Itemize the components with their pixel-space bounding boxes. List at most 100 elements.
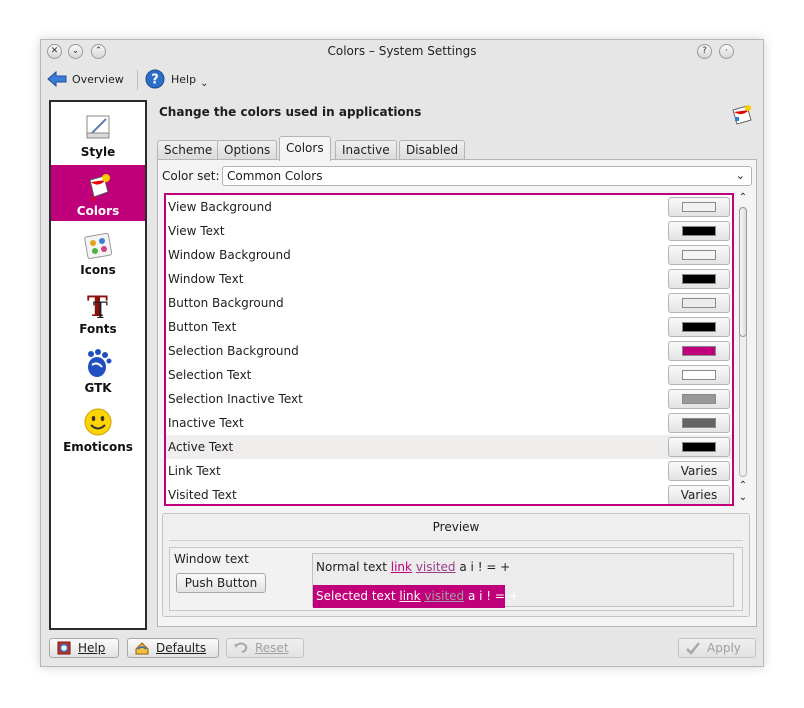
chevron-down-icon: ⌄ <box>735 169 745 182</box>
sidebar-item-fonts[interactable]: T T Fonts <box>51 283 145 339</box>
color-picker-button[interactable] <box>668 389 730 409</box>
color-row-label: Selection Background <box>168 344 299 358</box>
varies-button[interactable]: Varies <box>668 485 730 504</box>
help-menu-label: Help <box>171 72 197 86</box>
color-picker-button[interactable] <box>668 341 730 361</box>
color-row-label: Button Text <box>168 320 237 334</box>
color-row: Active Text <box>166 435 732 459</box>
color-swatch <box>682 202 716 212</box>
color-picker-button[interactable] <box>668 269 730 289</box>
preview-selected-tail: a i ! = + <box>467 589 519 603</box>
reset-button[interactable]: Reset <box>226 638 304 658</box>
tab-disabled[interactable]: Disabled <box>399 140 466 160</box>
defaults-button-label: Defaults <box>156 641 207 655</box>
color-picker-button[interactable] <box>668 317 730 337</box>
tab-scheme[interactable]: Scheme <box>157 140 220 160</box>
color-row: Visited Text Varies <box>166 483 732 504</box>
tab-options[interactable]: Options <box>217 140 278 160</box>
color-row-label: Selection Text <box>168 368 252 382</box>
color-row-label: Link Text <box>168 464 221 478</box>
sidebar-item-colors[interactable]: Colors <box>51 165 145 221</box>
colors-tab-panel: Color set: Common Colors ⌄ View Backgrou… <box>157 159 757 627</box>
tab-label: Disabled <box>406 143 459 157</box>
preview-visited-link[interactable]: visited <box>416 560 456 574</box>
apply-button-label: Apply <box>707 641 741 655</box>
color-row-label: Active Text <box>168 440 234 454</box>
preview-selected-text: Selected text <box>316 589 396 603</box>
preview-divider <box>169 540 743 541</box>
defaults-button[interactable]: Defaults <box>127 638 219 658</box>
preview-selected-visited-link[interactable]: visited <box>424 589 464 603</box>
help-menu-button[interactable]: ? Help ⌄ <box>145 69 208 89</box>
sidebar-item-icons[interactable]: Icons <box>51 224 145 280</box>
color-picker-button[interactable] <box>668 365 730 385</box>
color-picker-button[interactable] <box>668 197 730 217</box>
tab-label: Colors <box>286 141 324 155</box>
overview-button[interactable]: Overview <box>47 69 124 89</box>
sidebar-item-emoticons[interactable]: Emoticons <box>51 401 145 457</box>
sidebar-item-label: Style <box>80 145 116 159</box>
color-row: Inactive Text <box>166 411 732 435</box>
sidebar-item-label: GTK <box>84 381 112 395</box>
color-picker-button[interactable] <box>668 245 730 265</box>
help-titlebar-icon[interactable]: ? <box>697 44 712 59</box>
gtk-foot-icon <box>88 349 112 377</box>
scroll-thumb[interactable] <box>739 207 747 337</box>
sidebar-item-label: Fonts <box>79 322 117 336</box>
overview-label: Overview <box>72 72 124 86</box>
page-title: Change the colors used in applications <box>159 105 422 119</box>
svg-text:T: T <box>93 299 108 320</box>
main-content: Change the colors used in applications S… <box>153 94 759 634</box>
help-button[interactable]: Help <box>49 638 119 658</box>
scroll-up-icon[interactable]: ⌃ <box>736 193 750 203</box>
color-swatch <box>682 418 716 428</box>
preview-normal-line: Normal text link visited a i ! = + <box>316 560 510 574</box>
shade-window-icon[interactable]: · <box>719 44 734 59</box>
varies-label: Varies <box>680 464 718 478</box>
tab-colors[interactable]: Colors <box>279 136 331 161</box>
color-swatch <box>682 250 716 260</box>
varies-label: Varies <box>680 488 718 502</box>
color-picker-button[interactable] <box>668 221 730 241</box>
settings-window: ✕ ⌄ ⌃ Colors – System Settings ? · Overv… <box>40 39 764 667</box>
apply-button[interactable]: Apply <box>678 638 756 658</box>
chevron-down-icon: ⌄ <box>200 77 209 89</box>
reset-button-label: Reset <box>255 641 289 655</box>
smiley-icon <box>84 408 112 436</box>
color-picker-button[interactable] <box>668 413 730 433</box>
svg-text:?: ? <box>151 73 159 88</box>
scroll-down-icon[interactable]: ⌄ <box>736 493 750 503</box>
color-set-dropdown[interactable]: Common Colors ⌄ <box>222 166 752 186</box>
sidebar-item-style[interactable]: Style <box>51 106 145 162</box>
sidebar-item-label: Icons <box>80 263 116 277</box>
color-row: Button Text <box>166 315 732 339</box>
color-row: Button Background <box>166 291 732 315</box>
color-row-label: Inactive Text <box>168 416 244 430</box>
color-row-label: View Background <box>168 200 272 214</box>
toolbar: Overview ? Help ⌄ <box>41 64 763 94</box>
preview-selected-link[interactable]: link <box>399 589 420 603</box>
color-picker-button[interactable] <box>668 437 730 457</box>
varies-button[interactable]: Varies <box>668 461 730 481</box>
sidebar-item-gtk[interactable]: GTK <box>51 342 145 398</box>
color-swatch <box>682 442 716 452</box>
preview-link[interactable]: link <box>391 560 412 574</box>
color-picker-button[interactable] <box>668 293 730 313</box>
scroll-up-icon[interactable]: ⌃ <box>736 481 750 491</box>
color-swatch <box>682 394 716 404</box>
preview-window-text: Window text <box>174 552 249 566</box>
color-set-label: Color set: <box>162 169 220 183</box>
sidebar-item-label: Emoticons <box>63 440 133 454</box>
preview-normal-text: Normal text <box>316 560 387 574</box>
style-icon <box>86 115 110 139</box>
help-button-label: Help <box>78 641 106 655</box>
color-row: Selection Background <box>166 339 732 363</box>
tab-inactive[interactable]: Inactive <box>335 140 397 160</box>
preview-title: Preview <box>432 520 480 534</box>
tab-label: Inactive <box>342 143 390 157</box>
color-swatch <box>682 322 716 332</box>
color-row: Window Text <box>166 267 732 291</box>
color-list-scrollbar[interactable]: ⌃ ⌃ ⌄ <box>736 193 750 506</box>
preview-push-button[interactable]: Push Button <box>176 573 266 593</box>
color-row: Link Text Varies <box>166 459 732 483</box>
